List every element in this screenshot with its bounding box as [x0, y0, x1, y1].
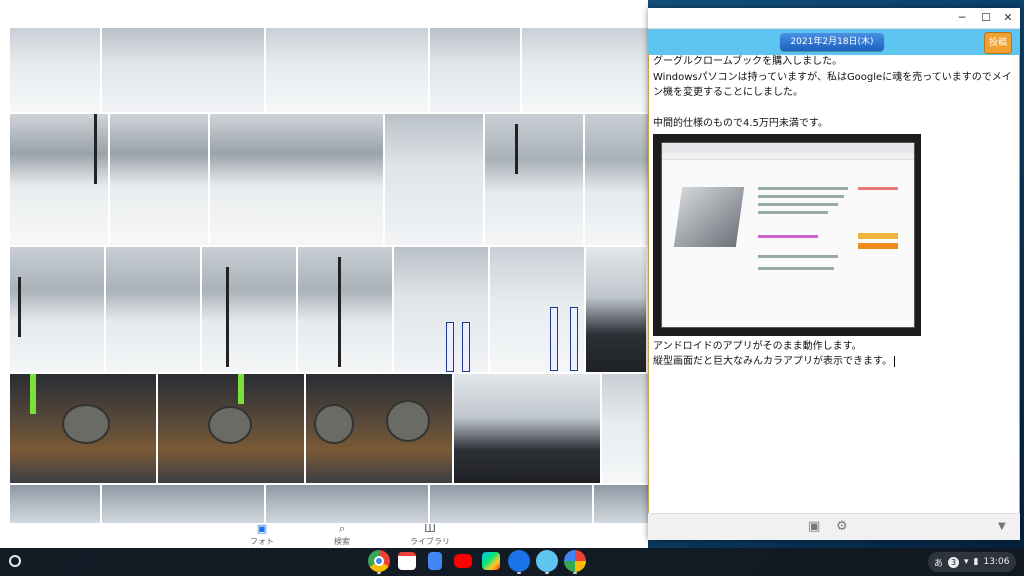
photo-thumbnail[interactable]	[158, 374, 304, 483]
paragraph: 縦型画面だと巨大なみんカラアプリが表示できます。	[653, 356, 892, 367]
photo-thumbnail[interactable]	[110, 114, 208, 245]
chromeos-shelf: あ 3 ▾ ▮ 13:06	[0, 548, 1024, 576]
paragraph: グーグルクロームブックを購入しました。	[653, 56, 843, 67]
photo-thumbnail[interactable]	[102, 28, 264, 112]
maximize-icon[interactable]: ☐	[978, 10, 994, 26]
photo-thumbnail[interactable]	[394, 247, 488, 372]
photo-grid	[10, 28, 648, 523]
chrome-icon[interactable]	[368, 550, 390, 574]
nav-label: 検索	[334, 537, 350, 546]
photo-thumbnail[interactable]	[10, 114, 108, 245]
play-store-icon[interactable]	[482, 552, 500, 570]
photo-thumbnail[interactable]	[385, 114, 483, 245]
photo-thumbnail[interactable]	[10, 247, 104, 372]
chevron-down-icon[interactable]: ▼	[998, 521, 1006, 532]
close-icon[interactable]: ✕	[1000, 10, 1016, 26]
search-icon: ⌕	[338, 522, 346, 535]
photo-thumbnail[interactable]	[106, 247, 200, 372]
photo-thumbnail[interactable]	[266, 485, 428, 523]
photo-thumbnail[interactable]	[522, 28, 648, 112]
photo-thumbnail[interactable]	[602, 374, 648, 483]
photo-thumbnail[interactable]	[10, 28, 100, 112]
photo-thumbnail[interactable]	[585, 114, 648, 245]
library-icon: Ш	[424, 522, 436, 535]
window-titlebar: ─ ☐ ✕	[648, 8, 1020, 29]
nav-search[interactable]: ⌕ 検索	[334, 523, 350, 547]
launcher-button[interactable]	[9, 555, 21, 567]
photo-thumbnail[interactable]	[102, 485, 264, 523]
blog-app-icon[interactable]	[536, 550, 558, 574]
photo-thumbnail[interactable]	[586, 247, 646, 372]
embedded-photo[interactable]	[653, 133, 921, 336]
status-tray[interactable]: あ 3 ▾ ▮ 13:06	[928, 552, 1016, 572]
photo-thumbnail[interactable]	[490, 247, 584, 372]
notification-badge: 3	[948, 556, 960, 568]
photo-thumbnail[interactable]	[485, 114, 583, 245]
photo-thumbnail[interactable]	[202, 247, 296, 372]
ime-indicator: あ	[934, 558, 944, 569]
photo-icon: ▣	[256, 522, 268, 535]
photos-bottom-nav: ▣ フォト ⌕ 検索 Ш ライブラリ	[0, 523, 648, 548]
nav-label: ライブラリ	[410, 537, 450, 546]
minimize-icon[interactable]: ─	[954, 10, 970, 26]
text-cursor	[894, 355, 895, 367]
paragraph: 中間的仕様のもので4.5万円未満です。	[653, 118, 828, 129]
photos-app-window: ▣ フォト ⌕ 検索 Ш ライブラリ	[0, 0, 648, 548]
photo-thumbnail[interactable]	[298, 247, 392, 372]
nav-photos[interactable]: ▣ フォト	[250, 523, 274, 547]
photo-thumbnail[interactable]	[306, 374, 452, 483]
photo-thumbnail[interactable]	[10, 374, 156, 483]
photo-thumbnail[interactable]	[10, 485, 100, 523]
nav-library[interactable]: Ш ライブラリ	[410, 523, 450, 547]
editor-toolbar: ▣ ⚙ ▼	[648, 513, 1020, 540]
paragraph: Windowsパソコンは持っていますが、私はGoogleに魂を売っていますのでメ…	[653, 71, 1012, 99]
screen-photo-content	[661, 141, 915, 328]
gear-icon[interactable]: ⚙	[836, 519, 848, 534]
battery-icon: ▮	[973, 557, 979, 567]
docs-icon[interactable]	[428, 552, 442, 570]
photo-thumbnail[interactable]	[430, 485, 592, 523]
camera-icon[interactable]: ▣	[808, 519, 820, 534]
messages-icon[interactable]	[508, 550, 530, 574]
nav-label: フォト	[250, 537, 274, 546]
google-photos-icon[interactable]	[564, 550, 586, 574]
youtube-icon[interactable]	[454, 554, 472, 568]
photo-thumbnail[interactable]	[210, 114, 383, 245]
photo-thumbnail[interactable]	[594, 485, 648, 523]
paragraph: アンドロイドのアプリがそのまま動作します。	[653, 340, 862, 352]
blog-editor-window: ─ ☐ ✕ 2021年2月18日(木) 投稿 グーグルクロームブックを購入しまし…	[648, 8, 1020, 540]
photo-thumbnail[interactable]	[454, 374, 600, 483]
photo-thumbnail[interactable]	[430, 28, 520, 112]
photo-thumbnail[interactable]	[266, 28, 428, 112]
post-body-editor[interactable]: グーグルクロームブックを購入しました。 Windowsパソコンは持っていますが、…	[648, 54, 1020, 514]
date-bar: 2021年2月18日(木) 投稿	[648, 29, 1020, 55]
post-button[interactable]: 投稿	[984, 32, 1012, 54]
clock: 13:06	[983, 557, 1010, 567]
photos-top-bar	[0, 0, 648, 28]
wifi-icon: ▾	[964, 557, 969, 567]
pinned-apps	[368, 550, 586, 574]
gmail-icon[interactable]	[398, 552, 416, 570]
date-button[interactable]: 2021年2月18日(木)	[780, 33, 884, 51]
